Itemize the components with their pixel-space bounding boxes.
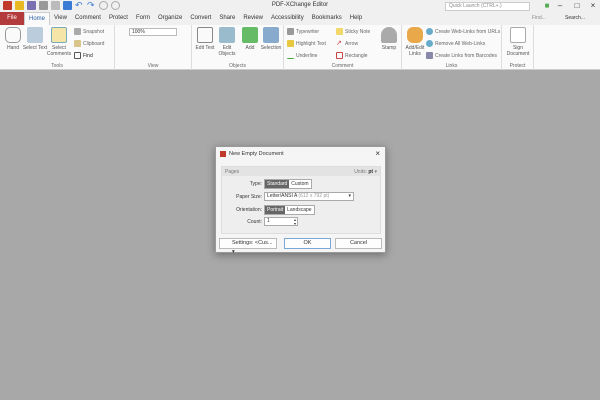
tab-form[interactable]: Form bbox=[132, 12, 154, 25]
selection-icon bbox=[263, 27, 279, 43]
tab-view[interactable]: View bbox=[50, 12, 71, 25]
typewriter-button[interactable]: Typewriter bbox=[287, 28, 319, 35]
cancel-button[interactable]: Cancel bbox=[335, 238, 382, 249]
select-text-icon bbox=[27, 27, 43, 43]
create-web-links-button[interactable]: Create Web-Links from URLs bbox=[426, 28, 500, 35]
snapshot-button[interactable]: Snapshot bbox=[74, 28, 104, 35]
type-label: Type: bbox=[249, 181, 262, 187]
app-logo-icon bbox=[220, 150, 226, 157]
tab-convert[interactable]: Convert bbox=[186, 12, 215, 25]
edit-text-icon bbox=[197, 27, 213, 43]
group-links: Add/Edit Links Create Web-Links from URL… bbox=[402, 25, 502, 70]
paper-size-select[interactable]: Letter/ANSI A (612 x 792 pt) ▾ bbox=[264, 192, 354, 201]
count-label: Count: bbox=[247, 219, 262, 225]
sticky-note-icon bbox=[336, 28, 343, 35]
group-objects: Edit Text Edit Objects Add Selection Obj… bbox=[192, 25, 284, 70]
close-button[interactable]: × bbox=[586, 1, 600, 10]
orientation-label: Orientation: bbox=[236, 207, 262, 213]
dialog-title-bar: New Empty Document × bbox=[216, 147, 385, 160]
sign-document-icon bbox=[510, 27, 526, 43]
highlight-icon bbox=[287, 40, 294, 47]
tab-help[interactable]: Help bbox=[346, 12, 366, 25]
settings-dropdown[interactable]: Settings: <Cus... ▾ bbox=[219, 238, 277, 255]
new-empty-document-dialog: New Empty Document × Pages Units: pt ▾ Ty… bbox=[215, 146, 386, 255]
type-standard[interactable]: Standard bbox=[265, 180, 290, 188]
links-from-barcodes-button[interactable]: Create Links from Barcodes bbox=[426, 52, 497, 59]
group-protect: Sign Document Protect bbox=[502, 25, 534, 70]
type-toggle[interactable]: Standard Custom bbox=[264, 179, 312, 189]
link-icon bbox=[407, 27, 423, 43]
rectangle-button[interactable]: Rectangle bbox=[336, 52, 368, 59]
tab-file[interactable]: File bbox=[0, 12, 24, 25]
orientation-landscape[interactable]: Landscape bbox=[285, 206, 313, 214]
orientation-toggle[interactable]: Portrait Landscape bbox=[264, 205, 315, 215]
sticky-note-button[interactable]: Sticky Note bbox=[336, 28, 370, 35]
add-edit-links-button[interactable]: Add/Edit Links bbox=[402, 27, 428, 57]
edit-objects-icon bbox=[219, 27, 235, 43]
settings-icon[interactable]: ■ bbox=[540, 1, 554, 10]
tab-organize[interactable]: Organize bbox=[154, 12, 186, 25]
clipboard-icon bbox=[74, 40, 81, 47]
stamp-button[interactable]: Stamp bbox=[376, 27, 402, 51]
pages-panel: Pages Units: pt ▾ Type: Standard Custom Pa… bbox=[221, 166, 381, 234]
type-custom[interactable]: Custom bbox=[289, 180, 310, 188]
camera-icon bbox=[74, 28, 81, 35]
highlight-text-button[interactable]: Highlight Text bbox=[287, 40, 326, 47]
units-select[interactable]: Units: pt ▾ bbox=[354, 169, 377, 175]
stamp-icon bbox=[381, 27, 397, 43]
clipboard-button[interactable]: Clipboard bbox=[74, 40, 104, 47]
globe-icon bbox=[426, 28, 433, 35]
title-bar: ↶ ↷ PDF-XChange Editor Quick Launch (CTR… bbox=[0, 0, 600, 12]
remove-web-links-button[interactable]: Remove All Web-Links bbox=[426, 40, 485, 47]
zoom-select[interactable]: 100% bbox=[129, 28, 177, 36]
underline-icon bbox=[287, 52, 294, 59]
quick-launch-input[interactable]: Quick Launch (CTRL+.) bbox=[445, 2, 530, 11]
barcode-icon bbox=[426, 52, 433, 59]
find-tool-button[interactable]: Find bbox=[74, 52, 93, 59]
orientation-portrait[interactable]: Portrait bbox=[265, 206, 286, 214]
tab-protect[interactable]: Protect bbox=[105, 12, 132, 25]
arrow-icon: ↗ bbox=[336, 40, 342, 47]
tab-home[interactable]: Home bbox=[24, 11, 51, 26]
section-label: Pages bbox=[225, 168, 240, 175]
tab-share[interactable]: Share bbox=[215, 12, 239, 25]
sign-document-button[interactable]: Sign Document bbox=[505, 27, 531, 57]
dialog-close-button[interactable]: × bbox=[375, 149, 380, 158]
group-tools: Hand Select Text Select Comments Snapsho… bbox=[0, 25, 115, 70]
selection-button[interactable]: Selection bbox=[258, 27, 284, 51]
hand-icon bbox=[5, 27, 21, 43]
ribbon: Hand Select Text Select Comments Snapsho… bbox=[0, 25, 600, 70]
find-icon bbox=[74, 52, 81, 59]
arrow-button[interactable]: ↗ Arrow bbox=[336, 40, 358, 47]
select-text-button[interactable]: Select Text bbox=[22, 27, 48, 51]
tab-review[interactable]: Review bbox=[239, 12, 267, 25]
maximize-button[interactable]: □ bbox=[570, 1, 584, 10]
tab-accessibility[interactable]: Accessibility bbox=[267, 12, 308, 25]
menu-tabs: File Home View Comment Protect Form Orga… bbox=[0, 11, 600, 26]
underline-button[interactable]: Underline bbox=[287, 52, 317, 59]
group-view: 100% View bbox=[115, 25, 192, 70]
paper-size-label: Paper Size: bbox=[236, 194, 262, 200]
globe-remove-icon bbox=[426, 40, 433, 47]
select-comments-button[interactable]: Select Comments bbox=[46, 27, 72, 57]
search-button[interactable]: Search... bbox=[565, 15, 585, 21]
tab-bookmarks[interactable]: Bookmarks bbox=[308, 12, 346, 25]
minimize-button[interactable]: – bbox=[553, 1, 567, 10]
select-comments-icon bbox=[51, 27, 67, 43]
find-button[interactable]: Find... bbox=[532, 15, 546, 21]
group-comment: Typewriter Highlight Text Underline Stic… bbox=[284, 25, 402, 70]
tab-comment[interactable]: Comment bbox=[71, 12, 105, 25]
rectangle-icon bbox=[336, 52, 343, 59]
count-stepper[interactable]: 1 ▴ ▾ bbox=[264, 217, 298, 226]
add-icon bbox=[242, 27, 258, 43]
typewriter-icon bbox=[287, 28, 294, 35]
ok-button[interactable]: OK bbox=[284, 238, 331, 249]
